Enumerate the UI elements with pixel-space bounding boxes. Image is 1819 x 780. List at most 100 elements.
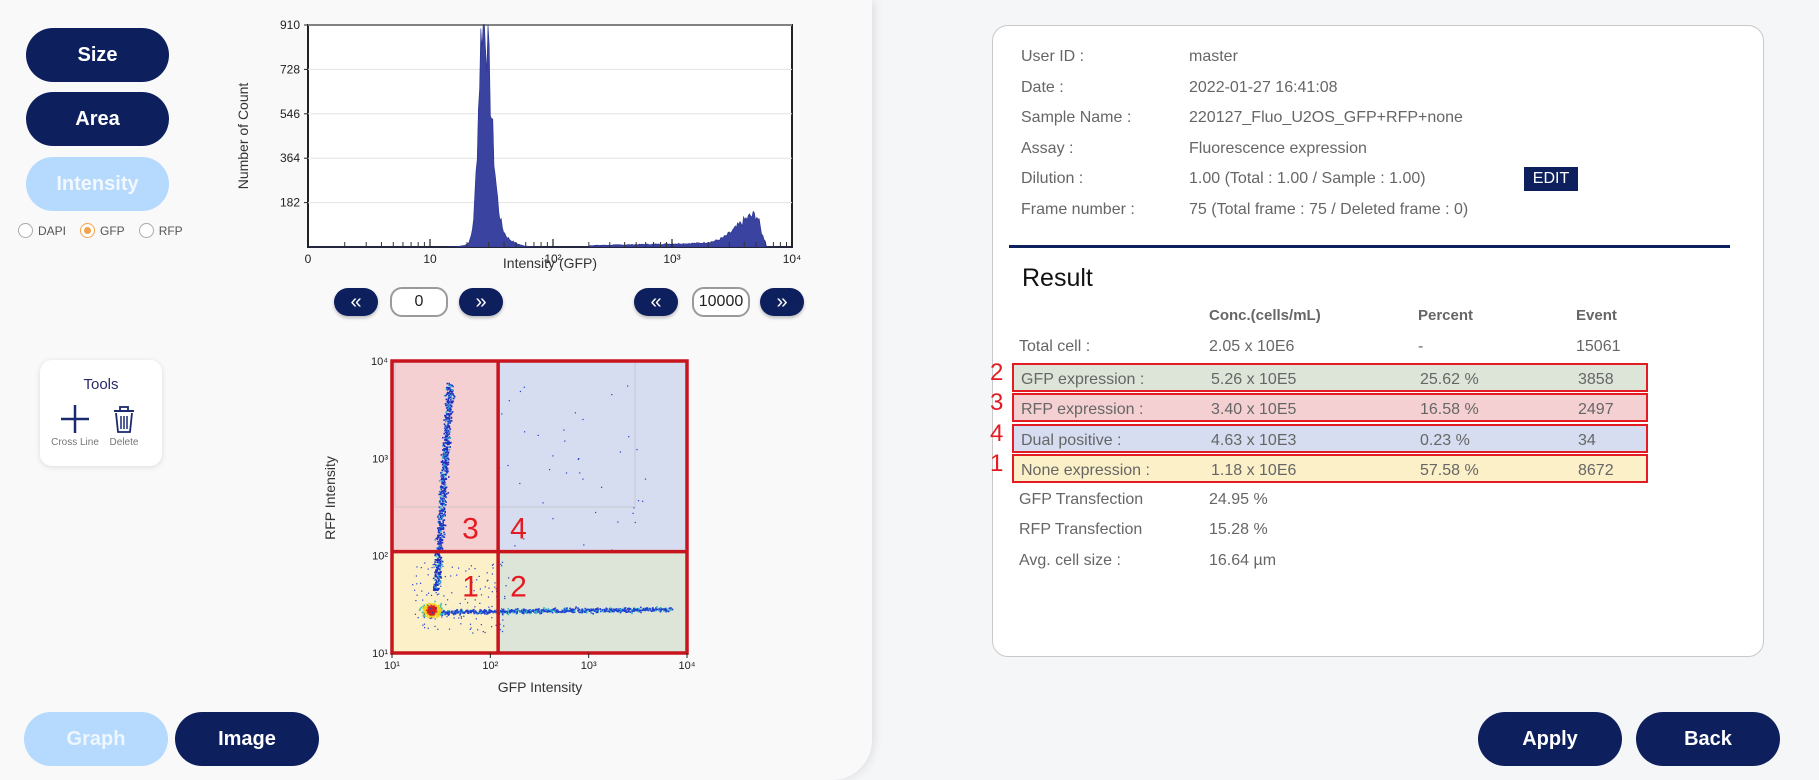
info-label: Frame number : bbox=[1021, 200, 1135, 218]
result-row-quadrant-label: 2 bbox=[990, 358, 1004, 386]
result-row-percent: 0.23 % bbox=[1420, 431, 1470, 449]
result-row-event: 8672 bbox=[1578, 462, 1614, 479]
result-row-conc: 4.63 x 10E3 bbox=[1211, 431, 1297, 449]
intensity-button[interactable]: Intensity bbox=[26, 157, 169, 211]
quadrant-label-2: 2 bbox=[510, 571, 527, 604]
scatter-xtick: 10⁴ bbox=[679, 660, 696, 672]
scatter-ytick: 10² bbox=[372, 551, 388, 563]
min-range-input[interactable]: 0 bbox=[390, 287, 448, 317]
result-row-label: Total cell : bbox=[1019, 338, 1091, 355]
quadrant-label-3: 3 bbox=[462, 513, 479, 546]
result-row-percent: 57.58 % bbox=[1420, 462, 1479, 479]
info-value: 1.00 (Total : 1.00 / Sample : 1.00) bbox=[1189, 170, 1426, 187]
result-row-label: RFP expression : bbox=[1021, 401, 1144, 418]
min-decrease-button[interactable]: « bbox=[334, 288, 378, 316]
radio-dapi[interactable]: DAPI bbox=[18, 223, 66, 238]
double-chevron-right-icon: » bbox=[776, 290, 788, 313]
result-row-conc: 24.95 % bbox=[1209, 490, 1268, 508]
delete-tool[interactable]: Delete bbox=[96, 404, 152, 448]
info-value: master bbox=[1189, 48, 1238, 65]
result-row-label: Avg. cell size : bbox=[1019, 551, 1121, 569]
min-increase-button[interactable]: » bbox=[459, 288, 503, 316]
result-row-conc: 15.28 % bbox=[1209, 521, 1268, 538]
histogram-plot-area bbox=[307, 24, 793, 248]
result-row-conc: 1.18 x 10E6 bbox=[1211, 462, 1297, 479]
scatter-xtick: 10² bbox=[482, 660, 498, 672]
result-row-quadrant-label: 4 bbox=[990, 419, 1004, 447]
result-row-label: GFP Transfection bbox=[1019, 490, 1144, 508]
scatter-ytick: 10³ bbox=[372, 453, 388, 465]
result-row-percent: 25.62 % bbox=[1420, 370, 1479, 388]
result-row-conc: 3.40 x 10E5 bbox=[1211, 401, 1297, 418]
back-button[interactable]: Back bbox=[1636, 712, 1780, 766]
quadrant-label-1: 1 bbox=[462, 571, 479, 604]
result-row: GFP expression : 5.26 x 10E5 25.62 % 3858 bbox=[1012, 362, 1648, 392]
result-row-label: RFP Transfection bbox=[1019, 521, 1143, 538]
result-row-conc: 16.64 µm bbox=[1209, 551, 1277, 569]
histogram-xtick: 10 bbox=[423, 252, 437, 266]
result-title: Result bbox=[1022, 264, 1093, 292]
result-row-label: Dual positive : bbox=[1021, 431, 1122, 449]
histogram-xlabel: Intensity (GFP) bbox=[503, 255, 597, 271]
image-button[interactable]: Image bbox=[175, 712, 319, 766]
result-row-percent: 16.58 % bbox=[1420, 401, 1479, 418]
result-row: Avg. cell size : 16.64 µm bbox=[1012, 546, 1648, 575]
info-label: Assay : bbox=[1021, 139, 1074, 157]
tools-title: Tools bbox=[83, 376, 119, 393]
info-value: 2022-01-27 16:41:08 bbox=[1189, 78, 1338, 96]
cross-line-tool[interactable]: Cross Line bbox=[47, 404, 103, 448]
result-row-conc: 2.05 x 10E6 bbox=[1209, 338, 1295, 355]
tools-panel: Tools Cross Line Delete bbox=[40, 360, 162, 466]
histogram-ytick: 182 bbox=[280, 196, 300, 210]
result-divider bbox=[1009, 245, 1730, 248]
info-label: Dilution : bbox=[1021, 170, 1084, 187]
max-decrease-button[interactable]: « bbox=[634, 288, 678, 316]
radio-gfp[interactable]: GFP bbox=[80, 223, 125, 238]
result-row-label: GFP expression : bbox=[1021, 370, 1145, 388]
result-row: RFP expression : 3.40 x 10E5 16.58 % 2497 bbox=[1012, 393, 1648, 422]
info-label: User ID : bbox=[1021, 48, 1085, 65]
result-row-percent: - bbox=[1418, 338, 1424, 355]
result-row-event: 2497 bbox=[1578, 401, 1614, 418]
result-row-conc: 5.26 x 10E5 bbox=[1211, 370, 1297, 388]
max-range-input[interactable]: 10000 bbox=[692, 287, 750, 317]
quadrant-1 bbox=[392, 551, 499, 653]
info-label: Sample Name : bbox=[1021, 109, 1132, 126]
radio-rfp-dot[interactable] bbox=[138, 223, 154, 238]
area-button[interactable]: Area bbox=[26, 92, 169, 146]
scatter-chart: 1234 10¹ 10² 10³ 10⁴ 10¹ 10² 10³ 10⁴ GFP Inten… bbox=[312, 350, 722, 705]
histogram-xtick: 10⁴ bbox=[783, 252, 802, 266]
info-value: Fluorescence expression bbox=[1189, 139, 1367, 157]
radio-rfp-label: RFP bbox=[158, 223, 183, 238]
result-row-event: 15061 bbox=[1576, 338, 1621, 355]
radio-gfp-dot[interactable] bbox=[80, 223, 96, 238]
trash-icon bbox=[114, 406, 134, 433]
header-percent: Percent bbox=[1418, 307, 1474, 324]
info-label: Date : bbox=[1021, 78, 1064, 96]
result-row: RFP Transfection 15.28 % bbox=[1012, 515, 1648, 544]
size-button[interactable]: Size bbox=[26, 28, 169, 82]
graph-button[interactable]: Graph bbox=[24, 712, 168, 766]
histogram-ytick: 546 bbox=[280, 107, 300, 121]
result-row-event: 3858 bbox=[1578, 370, 1614, 388]
result-row-event: 34 bbox=[1578, 431, 1596, 449]
double-chevron-left-icon: « bbox=[650, 290, 662, 313]
result-row-quadrant-label: 3 bbox=[990, 389, 1004, 416]
apply-button[interactable]: Apply bbox=[1478, 712, 1622, 766]
crosshair-icon bbox=[61, 405, 89, 433]
radio-dapi-dot[interactable] bbox=[18, 223, 33, 238]
result-row-label: None expression : bbox=[1021, 462, 1150, 479]
info-value: 220127_Fluo_U2OS_GFP+RFP+none bbox=[1189, 109, 1463, 126]
double-chevron-left-icon: « bbox=[350, 290, 362, 313]
radio-rfp[interactable]: RFP bbox=[138, 223, 183, 238]
max-increase-button[interactable]: » bbox=[760, 288, 804, 316]
result-row-quadrant-label: 1 bbox=[990, 450, 1004, 477]
histogram-ytick: 728 bbox=[280, 62, 300, 76]
channel-radio-group: DAPI GFP RFP bbox=[18, 223, 197, 238]
edit-dilution-button[interactable]: EDIT bbox=[1524, 167, 1578, 191]
double-chevron-right-icon: » bbox=[475, 290, 487, 313]
histogram-xtick: 10³ bbox=[663, 252, 680, 266]
header-event: Event bbox=[1576, 307, 1617, 324]
scatter-ytick: 10⁴ bbox=[371, 356, 388, 368]
scatter-xlabel: GFP Intensity bbox=[498, 679, 583, 695]
